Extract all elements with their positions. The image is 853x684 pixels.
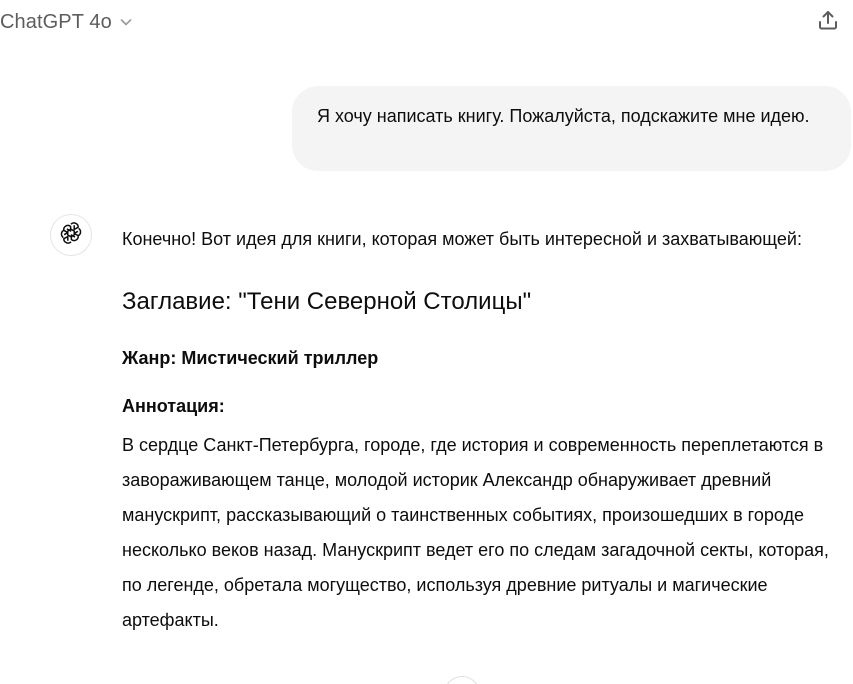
chevron-down-icon — [118, 14, 134, 30]
annotation-label: Аннотация: — [122, 396, 225, 416]
user-message-text: Я хочу написать книгу. Пожалуйста, подск… — [317, 106, 810, 126]
book-title: Заглавие: "Тени Северной Столицы" — [122, 288, 532, 315]
openai-logo-icon — [58, 220, 84, 251]
annotation-text: В сердце Санкт-Петербурга, городе, где и… — [122, 435, 829, 630]
model-name: ChatGPT 4o — [0, 10, 112, 33]
header: ChatGPT 4o — [0, 0, 853, 44]
book-genre: Жанр: Мистический триллер — [122, 348, 379, 368]
scroll-down-button[interactable] — [444, 676, 480, 684]
assistant-message: Конечно! Вот идея для книги, которая мож… — [122, 223, 842, 638]
share-icon — [816, 8, 840, 37]
assistant-avatar — [50, 214, 92, 256]
share-button[interactable] — [808, 4, 848, 40]
chat-page: ChatGPT 4o Я хочу написать книгу. Пожалу… — [0, 0, 853, 684]
user-message-bubble: Я хочу написать книгу. Пожалуйста, подск… — [292, 86, 851, 171]
model-switcher[interactable]: ChatGPT 4o — [0, 6, 134, 38]
assistant-intro: Конечно! Вот идея для книги, которая мож… — [122, 229, 802, 249]
